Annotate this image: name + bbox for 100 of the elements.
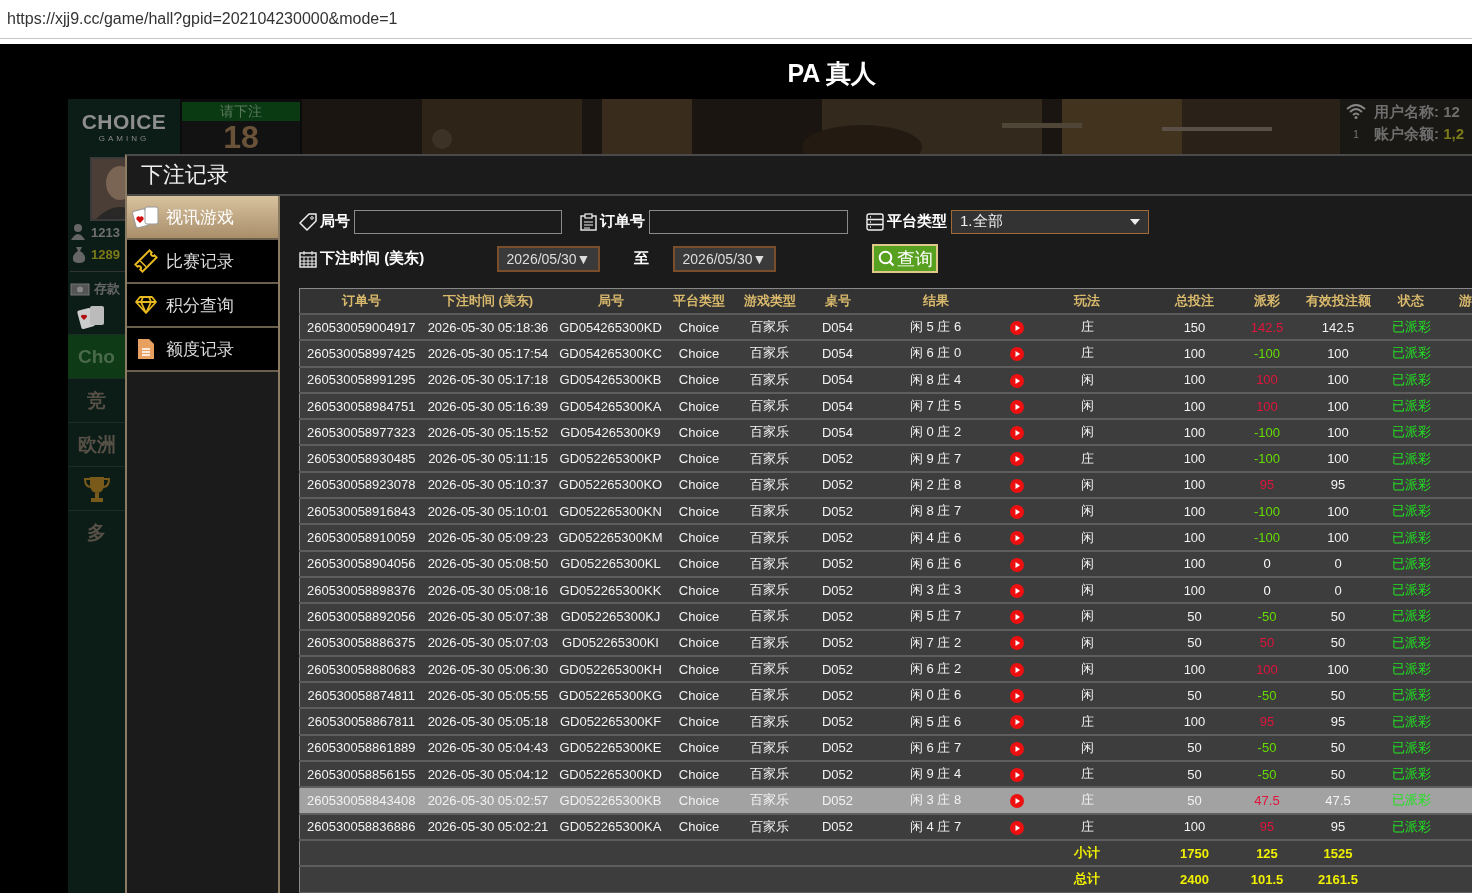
table-cell: Choice — [678, 319, 720, 335]
play-icon[interactable] — [1009, 662, 1024, 677]
caret-icon — [1130, 218, 1140, 225]
table-cell: D054 — [821, 372, 854, 388]
table-cell: 已派彩 — [1391, 581, 1431, 600]
date-picker[interactable]: 2026/05/30▼ — [673, 245, 776, 272]
table-cell: 百家乐 — [750, 502, 789, 521]
diamond-icon — [134, 295, 158, 315]
table-cell: -100 — [1254, 530, 1280, 545]
menu-item[interactable]: 比赛记录 — [127, 240, 278, 284]
table-cell: GD052265300KA — [559, 819, 662, 835]
table-cell: D054 — [821, 398, 854, 414]
table-cell: 闲 2 庄 8 — [909, 475, 962, 494]
table-cell: 闲 — [1080, 423, 1094, 442]
play-icon[interactable] — [1009, 426, 1024, 441]
table-cell: 100 — [1183, 477, 1206, 493]
table-cell: 100 — [1327, 345, 1349, 361]
table-cell: 260530058916843 — [307, 503, 416, 519]
column-header[interactable]: 结果 — [922, 292, 949, 310]
cards-icon — [76, 304, 106, 330]
table-cell: 260530058923078 — [307, 477, 416, 493]
play-icon[interactable] — [1009, 452, 1024, 467]
play-icon[interactable] — [1009, 505, 1024, 519]
table-cell: -100 — [1254, 345, 1280, 361]
info-line: 用户名称: 12 — [1374, 103, 1461, 122]
document-icon — [137, 338, 155, 360]
table-cell: D052 — [821, 740, 854, 756]
play-icon[interactable] — [1009, 478, 1024, 493]
total-value: 101.5 — [1250, 871, 1284, 887]
table-cell: 47.5 — [1325, 793, 1351, 808]
table-cell: -50 — [1257, 740, 1277, 756]
table-cell: 0 — [1334, 556, 1342, 572]
play-icon[interactable] — [1009, 347, 1024, 362]
table-cell: 闲 6 庄 7 — [909, 738, 962, 757]
play-icon[interactable] — [1009, 399, 1024, 414]
table-cell: 95 — [1330, 819, 1346, 835]
column-header[interactable]: 玩法 — [1074, 292, 1100, 310]
table-cell: 50 — [1187, 793, 1202, 808]
table-cell: 50 — [1330, 687, 1346, 703]
table-cell: GD052265300KL — [560, 556, 661, 572]
table-cell: GD052265300KM — [558, 530, 663, 545]
menu-item[interactable]: 积分查询 — [127, 284, 278, 328]
table-cell: 50 — [1187, 766, 1202, 782]
play-icon[interactable] — [1009, 531, 1024, 546]
page-title: PA 真人 — [787, 59, 877, 87]
play-icon[interactable] — [1009, 583, 1024, 598]
table-cell: 已派彩 — [1391, 791, 1431, 810]
table-cell: 已派彩 — [1391, 738, 1431, 757]
table-cell: 100 — [1327, 451, 1349, 467]
table-cell: 50 — [1187, 608, 1202, 624]
play-icon[interactable] — [1009, 767, 1024, 782]
table-cell: GD054265300KB — [559, 372, 662, 388]
play-icon[interactable] — [1009, 636, 1024, 651]
table-cell: 已派彩 — [1391, 318, 1431, 337]
play-icon[interactable] — [1009, 610, 1024, 625]
table-cell: 100 — [1183, 372, 1206, 388]
table-cell: 闲 5 庄 6 — [909, 318, 962, 337]
table-cell: 2026-05-30 05:08:50 — [427, 556, 549, 572]
table-cell: 50 — [1187, 687, 1202, 703]
table-cell: 100 — [1256, 372, 1278, 388]
table-cell: 2026-05-30 05:15:52 — [427, 424, 549, 440]
field-label: 下注时间 (美东) — [320, 249, 425, 268]
menu-item[interactable]: 额度记录 — [127, 328, 278, 372]
input-field[interactable] — [354, 209, 562, 234]
play-icon[interactable] — [1009, 820, 1024, 835]
table-cell: 闲 — [1080, 528, 1094, 547]
play-icon[interactable] — [1009, 320, 1024, 335]
table-cell: 百家乐 — [750, 449, 789, 468]
table-cell: 百家乐 — [750, 817, 789, 836]
table-cell: 已派彩 — [1391, 528, 1431, 547]
play-icon[interactable] — [1009, 557, 1024, 572]
table-cell: 百家乐 — [750, 765, 789, 784]
play-icon[interactable] — [1009, 794, 1024, 809]
table-cell: Choice — [678, 819, 720, 835]
play-icon[interactable] — [1009, 689, 1024, 704]
table-cell: 100 — [1327, 398, 1349, 414]
table-cell: Choice — [678, 661, 720, 677]
table-cell: GD054265300KD — [559, 319, 662, 335]
play-icon[interactable] — [1009, 741, 1024, 756]
table-cell: 闲 6 庄 0 — [909, 344, 962, 363]
table-cell: GD052265300KB — [559, 793, 662, 808]
cash-icon — [70, 282, 90, 296]
table-cell: 百家乐 — [750, 686, 789, 705]
column-header[interactable]: 局号 — [597, 292, 624, 310]
date-picker[interactable]: 2026/05/30▼ — [497, 245, 600, 272]
address-field[interactable]: https://xjj9.cc/game/hall?gpid=202104230000&mode=1 — [0, 10, 398, 27]
play-icon[interactable] — [1009, 715, 1024, 730]
table-cell: GD052265300KH — [559, 661, 662, 677]
table-cell: 2026-05-30 05:17:18 — [427, 372, 549, 388]
table-cell: D052 — [821, 477, 854, 493]
table-cell: GD052265300KE — [559, 740, 662, 756]
table-cell: 100 — [1183, 661, 1206, 677]
table-cell: 260530058904056 — [307, 556, 416, 572]
play-icon[interactable] — [1009, 373, 1024, 388]
table-cell: GD054265300KA — [559, 398, 662, 414]
input-field[interactable] — [649, 209, 848, 234]
platform-dropdown[interactable]: 1.全部 — [951, 209, 1149, 234]
table-cell: 150 — [1183, 319, 1206, 335]
table-cell: 260530058898376 — [307, 582, 416, 598]
table-cell: 100 — [1327, 530, 1349, 545]
